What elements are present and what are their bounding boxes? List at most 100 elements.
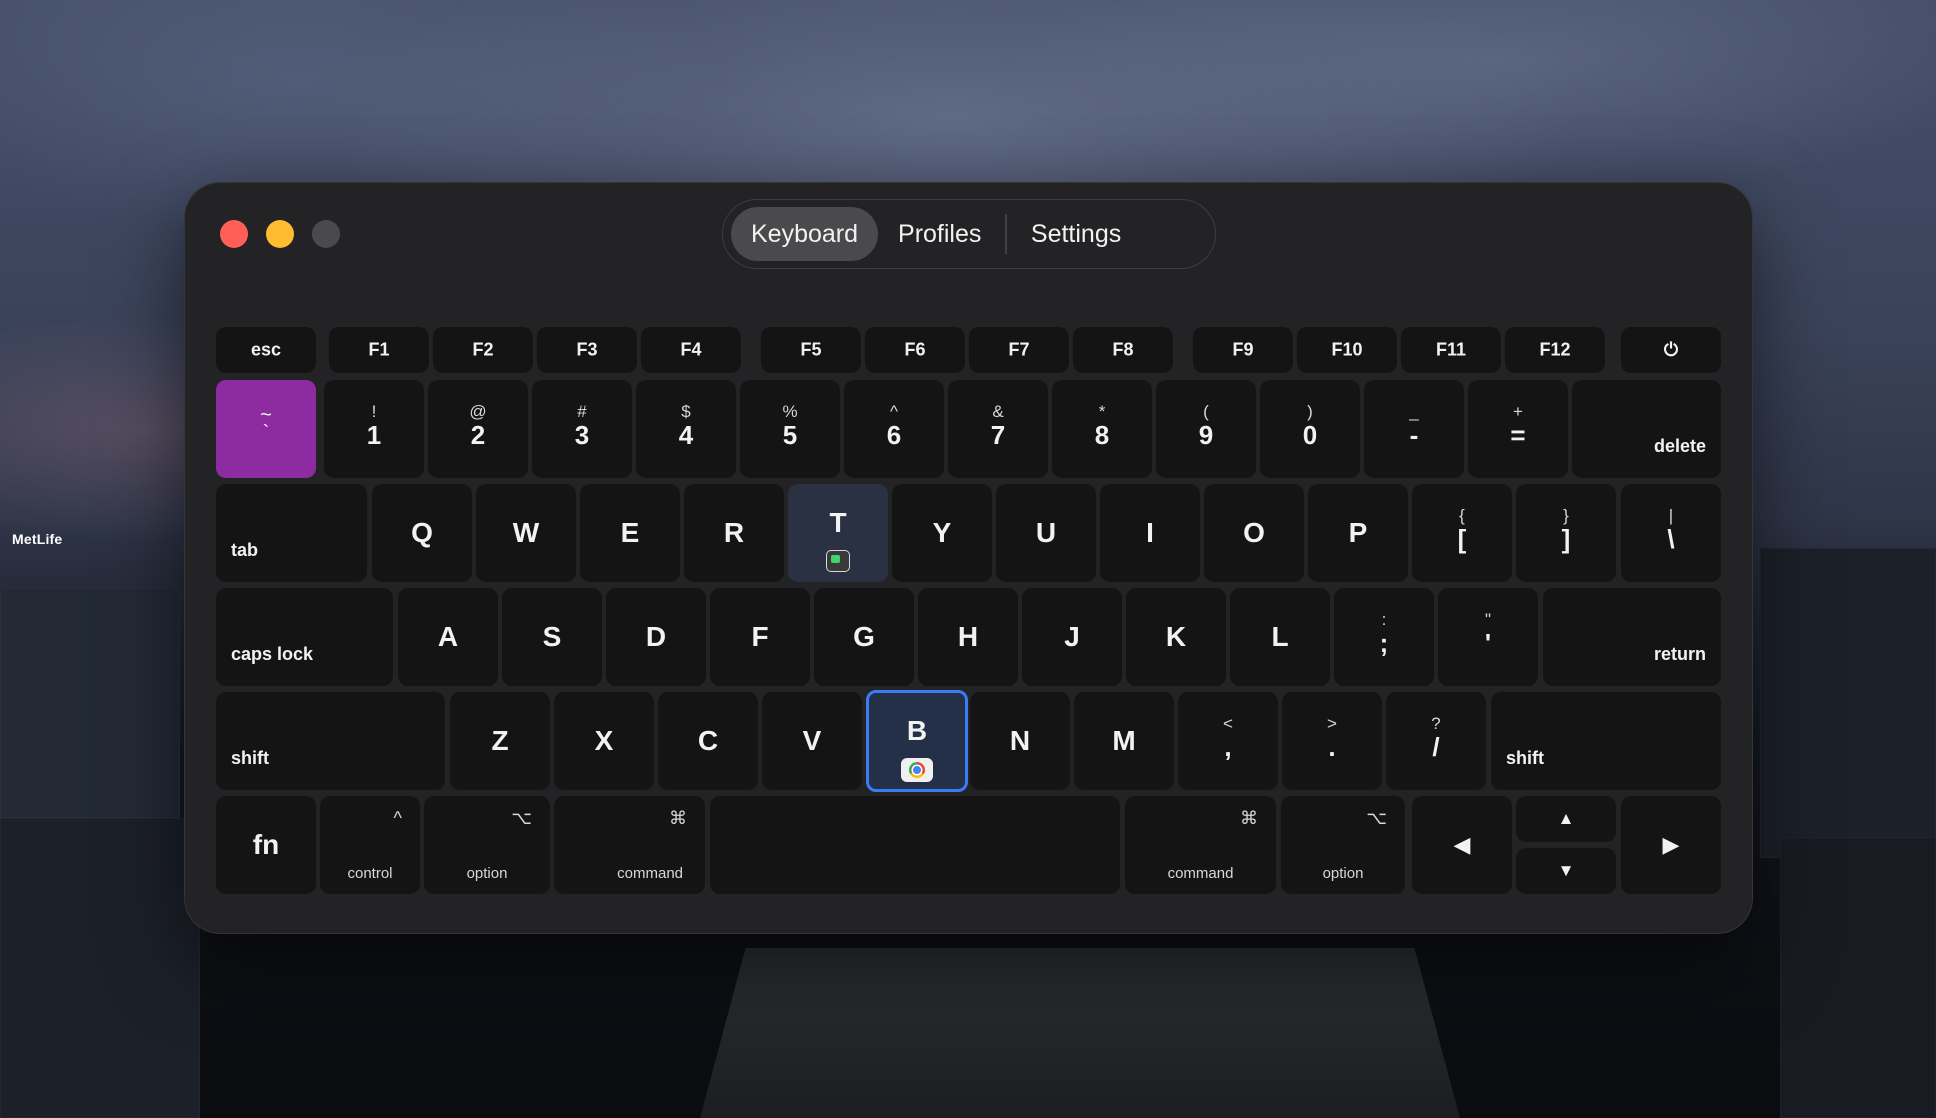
building — [1760, 548, 1936, 858]
tab-bar: Keyboard Profiles Settings — [722, 199, 1216, 269]
zoom-button[interactable] — [312, 220, 340, 248]
key-f10[interactable]: F10 — [1297, 327, 1397, 373]
key-u[interactable]: U — [996, 484, 1096, 582]
key-m[interactable]: M — [1074, 692, 1174, 790]
key-left-option[interactable]: ⌥ option — [424, 796, 550, 894]
key-f4[interactable]: F4 — [641, 327, 741, 373]
close-button[interactable] — [220, 220, 248, 248]
key-n[interactable]: N — [970, 692, 1070, 790]
key-j[interactable]: J — [1022, 588, 1122, 686]
key-arrow-left[interactable]: ◀ — [1412, 796, 1512, 894]
key-t[interactable]: T — [788, 484, 888, 582]
key-delete[interactable]: delete — [1572, 380, 1721, 478]
key-f7[interactable]: F7 — [969, 327, 1069, 373]
key-o[interactable]: O — [1204, 484, 1304, 582]
key-equals[interactable]: + = — [1468, 380, 1568, 478]
option-icon: ⌥ — [511, 808, 532, 828]
key-x[interactable]: X — [554, 692, 654, 790]
key-f9[interactable]: F9 — [1193, 327, 1293, 373]
key-f1[interactable]: F1 — [329, 327, 429, 373]
key-semicolon[interactable]: :; — [1334, 588, 1434, 686]
key-f3[interactable]: F3 — [537, 327, 637, 373]
tab-profiles[interactable]: Profiles — [878, 207, 1001, 261]
key-3[interactable]: #3 — [532, 380, 632, 478]
key-r[interactable]: R — [684, 484, 784, 582]
key-f5[interactable]: F5 — [761, 327, 861, 373]
key-fn[interactable]: fn — [216, 796, 316, 894]
key-right-shift[interactable]: shift — [1491, 692, 1721, 790]
arrow-right-icon: ▶ — [1662, 832, 1680, 857]
key-s[interactable]: S — [502, 588, 602, 686]
key-1[interactable]: ! 1 — [324, 380, 424, 478]
terminal-app-icon — [826, 550, 850, 572]
command-icon: ⌘ — [669, 808, 687, 828]
key-z[interactable]: Z — [450, 692, 550, 790]
key-arrow-right[interactable]: ▶ — [1621, 796, 1721, 894]
option-icon: ⌥ — [1366, 808, 1387, 828]
key-6[interactable]: ^ 6 — [844, 380, 944, 478]
key-left-command[interactable]: ⌘ command — [554, 796, 705, 894]
keyboard-app-window: Keyboard Profiles Settings esc F1 F2 F3 … — [184, 182, 1753, 934]
key-c[interactable]: C — [658, 692, 758, 790]
key-f12[interactable]: F12 — [1505, 327, 1605, 373]
key-w[interactable]: W — [476, 484, 576, 582]
building — [1780, 838, 1936, 1118]
key-v[interactable]: V — [762, 692, 862, 790]
key-esc[interactable]: esc — [216, 327, 316, 373]
key-f6[interactable]: F6 — [865, 327, 965, 373]
key-8[interactable]: * 8 — [1052, 380, 1152, 478]
key-arrow-up[interactable]: ▲ — [1516, 796, 1616, 842]
key-return[interactable]: return — [1543, 588, 1721, 686]
key-f8[interactable]: F8 — [1073, 327, 1173, 373]
key-q[interactable]: Q — [372, 484, 472, 582]
key-k[interactable]: K — [1126, 588, 1226, 686]
key-y[interactable]: Y — [892, 484, 992, 582]
tab-keyboard[interactable]: Keyboard — [731, 207, 879, 261]
key-a[interactable]: A — [398, 588, 498, 686]
arrow-up-icon: ▲ — [1557, 809, 1575, 828]
key-l[interactable]: L — [1230, 588, 1330, 686]
key-caps-lock[interactable]: caps lock — [216, 588, 393, 686]
key-4[interactable]: $4 — [636, 380, 736, 478]
key-comma[interactable]: <, — [1178, 692, 1278, 790]
key-slash[interactable]: ? / — [1386, 692, 1486, 790]
power-icon: ⏻ — [1663, 339, 1679, 360]
key-left-bracket[interactable]: {[ — [1412, 484, 1512, 582]
key-2[interactable]: @2 — [428, 380, 528, 478]
key-0[interactable]: ) 0 — [1260, 380, 1360, 478]
tab-divider — [1005, 214, 1007, 254]
key-h[interactable]: H — [918, 588, 1018, 686]
key-control[interactable]: ^ control — [320, 796, 420, 894]
arrow-down-icon: ▼ — [1557, 861, 1575, 880]
key-g[interactable]: G — [814, 588, 914, 686]
key-f2[interactable]: F2 — [433, 327, 533, 373]
key-minus[interactable]: _ - — [1364, 380, 1464, 478]
tab-settings[interactable]: Settings — [1011, 207, 1141, 261]
key-b[interactable]: B — [866, 690, 968, 792]
key-space[interactable] — [710, 796, 1120, 894]
key-d[interactable]: D — [606, 588, 706, 686]
key-7[interactable]: & 7 — [948, 380, 1048, 478]
key-period[interactable]: >. — [1282, 692, 1382, 790]
key-backtick[interactable]: ~ ` — [216, 380, 316, 478]
key-arrow-down[interactable]: ▼ — [1516, 848, 1616, 894]
key-left-shift[interactable]: shift — [216, 692, 445, 790]
key-tab[interactable]: tab — [216, 484, 367, 582]
key-f11[interactable]: F11 — [1401, 327, 1501, 373]
key-power[interactable]: ⏻ — [1621, 327, 1721, 373]
key-e[interactable]: E — [580, 484, 680, 582]
key-right-option[interactable]: ⌥ option — [1281, 796, 1405, 894]
key-9[interactable]: (9 — [1156, 380, 1256, 478]
minimize-button[interactable] — [266, 220, 294, 248]
key-i[interactable]: I — [1100, 484, 1200, 582]
key-bottom-char: ` — [262, 422, 270, 444]
key-right-command[interactable]: ⌘ command — [1125, 796, 1276, 894]
key-p[interactable]: P — [1308, 484, 1408, 582]
rooftop-ledge — [700, 948, 1460, 1118]
key-f[interactable]: F — [710, 588, 810, 686]
chrome-app-icon — [901, 758, 933, 782]
key-backslash[interactable]: | \ — [1621, 484, 1721, 582]
key-quote[interactable]: " ' — [1438, 588, 1538, 686]
key-right-bracket[interactable]: }] — [1516, 484, 1616, 582]
key-5[interactable]: % 5 — [740, 380, 840, 478]
